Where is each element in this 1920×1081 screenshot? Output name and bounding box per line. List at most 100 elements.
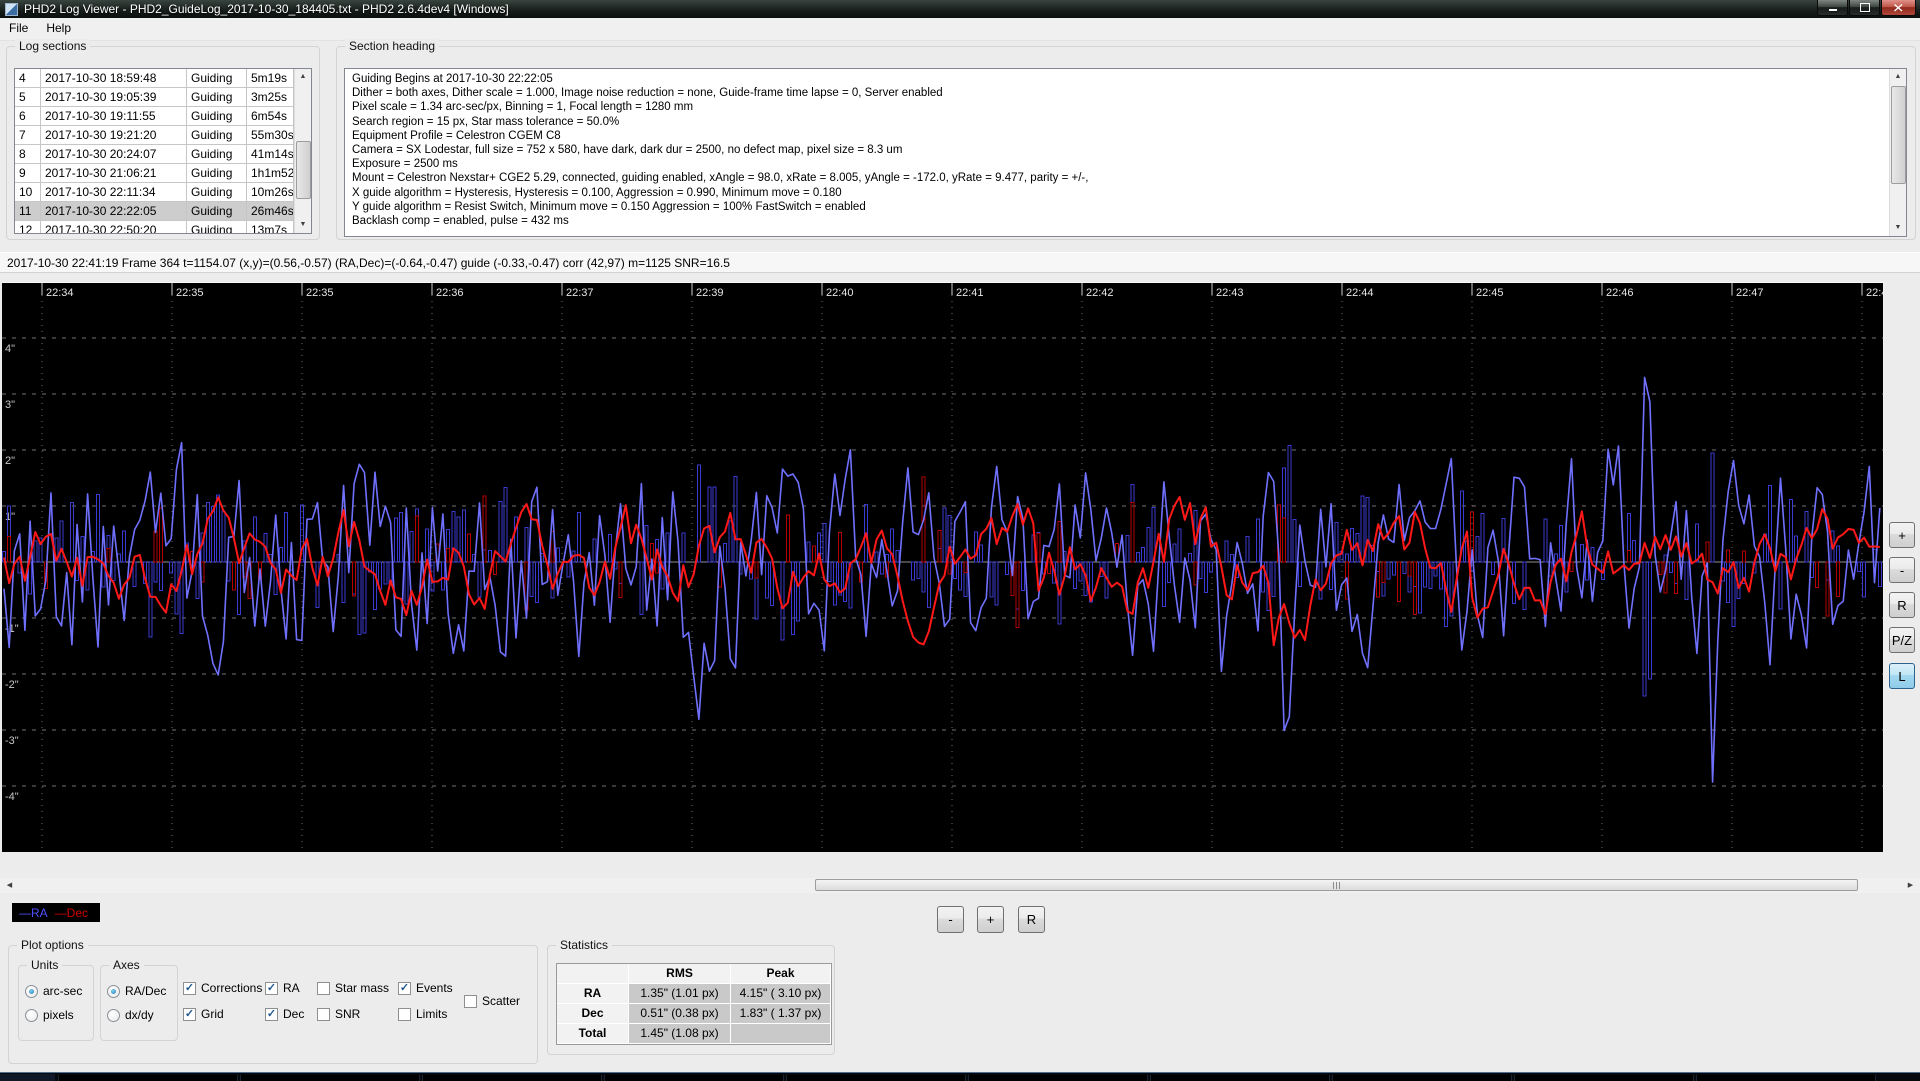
section-heading-line: Guiding Begins at 2017-10-30 22:22:05 [345, 72, 1906, 86]
scroll-left-icon[interactable]: ◀ [2, 878, 17, 893]
chart-legend: —RA —Dec [12, 903, 100, 922]
taskbar-button[interactable] [1696, 1075, 1876, 1081]
taskbar-button[interactable] [1150, 1075, 1330, 1081]
log-section-row[interactable]: 52017-10-30 19:05:39 Guiding3m25s [15, 88, 311, 107]
section-heading-line: Pixel scale = 1.34 arc-sec/px, Binning =… [345, 100, 1906, 114]
chart-button-pz[interactable]: P/Z [1889, 627, 1915, 653]
log-section-row[interactable]: 102017-10-30 22:11:34 Guiding10m26s [15, 183, 311, 202]
maximize-button[interactable] [1849, 0, 1880, 16]
taskbar-button[interactable] [422, 1075, 602, 1081]
scale-button--[interactable]: - [937, 906, 964, 933]
checkbox-corrections[interactable]: ✓Corrections [183, 981, 262, 995]
svg-text:2": 2" [5, 455, 15, 467]
scroll-up-icon[interactable]: ▲ [1890, 69, 1906, 85]
close-button[interactable] [1881, 0, 1916, 16]
scale-button-r[interactable]: R [1018, 906, 1045, 933]
checkbox-events[interactable]: ✓Events [398, 981, 453, 995]
statistics-table: RMSPeakRA 1.35" (1.01 px) 4.15" ( 3.10 p… [556, 963, 832, 1045]
svg-text:22:44: 22:44 [1346, 287, 1374, 299]
svg-text:22:45: 22:45 [1476, 287, 1504, 299]
scroll-thumb[interactable] [1891, 86, 1906, 184]
checkbox-ra[interactable]: ✓RA [265, 981, 300, 995]
checkbox-snr[interactable]: SNR [317, 1007, 360, 1021]
radio-arcsec[interactable]: arc-sec [25, 984, 82, 998]
menu-file[interactable]: File [0, 18, 37, 38]
log-section-row[interactable]: 62017-10-30 19:11:55 Guiding6m54s [15, 107, 311, 126]
checkbox-grid[interactable]: ✓Grid [183, 1007, 224, 1021]
checkbox-icon: ✓ [265, 982, 278, 995]
radio-radec[interactable]: RA/Dec [107, 984, 166, 998]
svg-text:22:39: 22:39 [696, 287, 724, 299]
minimize-button[interactable] [1817, 0, 1848, 16]
log-section-row[interactable]: 82017-10-30 20:24:07 Guiding41m14s [15, 145, 311, 164]
svg-text:22:47: 22:47 [1736, 287, 1764, 299]
section-heading-text[interactable]: Guiding Begins at 2017-10-30 22:22:05Dit… [344, 68, 1907, 237]
menu-help[interactable]: Help [37, 18, 80, 38]
scroll-down-icon[interactable]: ▼ [1890, 220, 1906, 236]
scroll-down-icon[interactable]: ▼ [295, 217, 311, 233]
checkbox-icon [317, 1008, 330, 1021]
svg-text:22:36: 22:36 [436, 287, 464, 299]
taskbar-button[interactable] [604, 1075, 784, 1081]
log-section-row[interactable]: 112017-10-30 22:22:05 Guiding26m46s [15, 202, 311, 221]
plot-options-label: Plot options [17, 938, 88, 952]
svg-text:22:35: 22:35 [176, 287, 204, 299]
stats-peak-value: 4.15" ( 3.10 px) [731, 984, 831, 1004]
title-bar[interactable]: PHD2 Log Viewer - PHD2_GuideLog_2017-10-… [0, 0, 1920, 18]
minimize-icon [1829, 9, 1837, 11]
radio-pixels[interactable]: pixels [25, 1008, 74, 1022]
log-section-row[interactable]: 92017-10-30 21:06:21 Guiding1h1m52s [15, 164, 311, 183]
radio-dxdy[interactable]: dx/dy [107, 1008, 154, 1022]
window-title: PHD2 Log Viewer - PHD2_GuideLog_2017-10-… [24, 2, 509, 16]
taskbar-button[interactable] [58, 1075, 238, 1081]
units-group: Units [18, 965, 94, 1041]
checkbox-scatter[interactable]: Scatter [464, 994, 520, 1008]
taskbar-button[interactable] [968, 1075, 1148, 1081]
section-scrollbar[interactable]: ▲ ▼ [1889, 69, 1906, 236]
taskbar-button[interactable] [786, 1075, 966, 1081]
log-sections-list[interactable]: 42017-10-30 18:59:48 Guiding5m19s 52017-… [14, 68, 312, 234]
stats-col-rms: RMS [629, 964, 731, 984]
chart-button-r[interactable]: R [1889, 592, 1915, 618]
guide-chart[interactable]: 22:3422:3522:3522:3622:3722:3922:4022:41… [2, 283, 1884, 852]
units-label: Units [27, 958, 62, 972]
section-heading-label: Section heading [345, 39, 439, 53]
chart-button-l[interactable]: L [1889, 663, 1915, 689]
svg-text:22:48: 22:48 [1866, 287, 1883, 299]
taskbar-button[interactable] [240, 1075, 420, 1081]
svg-text:-4": -4" [5, 791, 19, 803]
checkbox-limits[interactable]: Limits [398, 1007, 447, 1021]
legend-item: —Dec [55, 906, 88, 920]
svg-text:-3": -3" [5, 735, 19, 747]
stats-peak-value [731, 1024, 831, 1044]
svg-text:4": 4" [5, 343, 15, 355]
checkbox-star-mass[interactable]: Star mass [317, 981, 389, 995]
log-section-row[interactable]: 72017-10-30 19:21:20 Guiding55m30s [15, 126, 311, 145]
section-heading-line: Y guide algorithm = Resist Switch, Minim… [345, 200, 1906, 214]
maximize-icon [1860, 3, 1870, 12]
close-icon [1894, 4, 1903, 12]
svg-text:22:43: 22:43 [1216, 287, 1244, 299]
app-icon [5, 3, 18, 16]
scroll-up-icon[interactable]: ▲ [295, 69, 311, 85]
log-list-scrollbar[interactable]: ▲ ▼ [294, 69, 311, 233]
phd2-log-viewer-window: PHD2 Log Viewer - PHD2_GuideLog_2017-10-… [0, 0, 1920, 1080]
chart-button--[interactable]: - [1889, 557, 1915, 583]
log-section-row[interactable]: 122017-10-30 22:50:20 Guiding13m7s [15, 221, 311, 234]
checkbox-dec[interactable]: ✓Dec [265, 1007, 304, 1021]
chart-button-+[interactable]: + [1889, 522, 1915, 548]
stats-row-label: Dec [557, 1004, 629, 1024]
scale-button-+[interactable]: + [977, 906, 1004, 933]
menu-bar: FileHelp [0, 18, 1920, 41]
chart-hscrollbar[interactable]: ◀ ▶ [0, 878, 1920, 893]
checkbox-icon: ✓ [265, 1008, 278, 1021]
stats-rms-value: 0.51" (0.38 px) [629, 1004, 731, 1024]
scroll-right-icon[interactable]: ▶ [1903, 878, 1918, 893]
scroll-thumb[interactable] [296, 141, 311, 199]
scroll-thumb[interactable] [815, 879, 1858, 891]
log-section-row[interactable]: 42017-10-30 18:59:48 Guiding5m19s [15, 69, 311, 88]
legend-item: —RA [19, 906, 48, 920]
taskbar-button[interactable] [1332, 1075, 1512, 1081]
taskbar-button[interactable] [1514, 1075, 1694, 1081]
checkbox-icon [398, 1008, 411, 1021]
